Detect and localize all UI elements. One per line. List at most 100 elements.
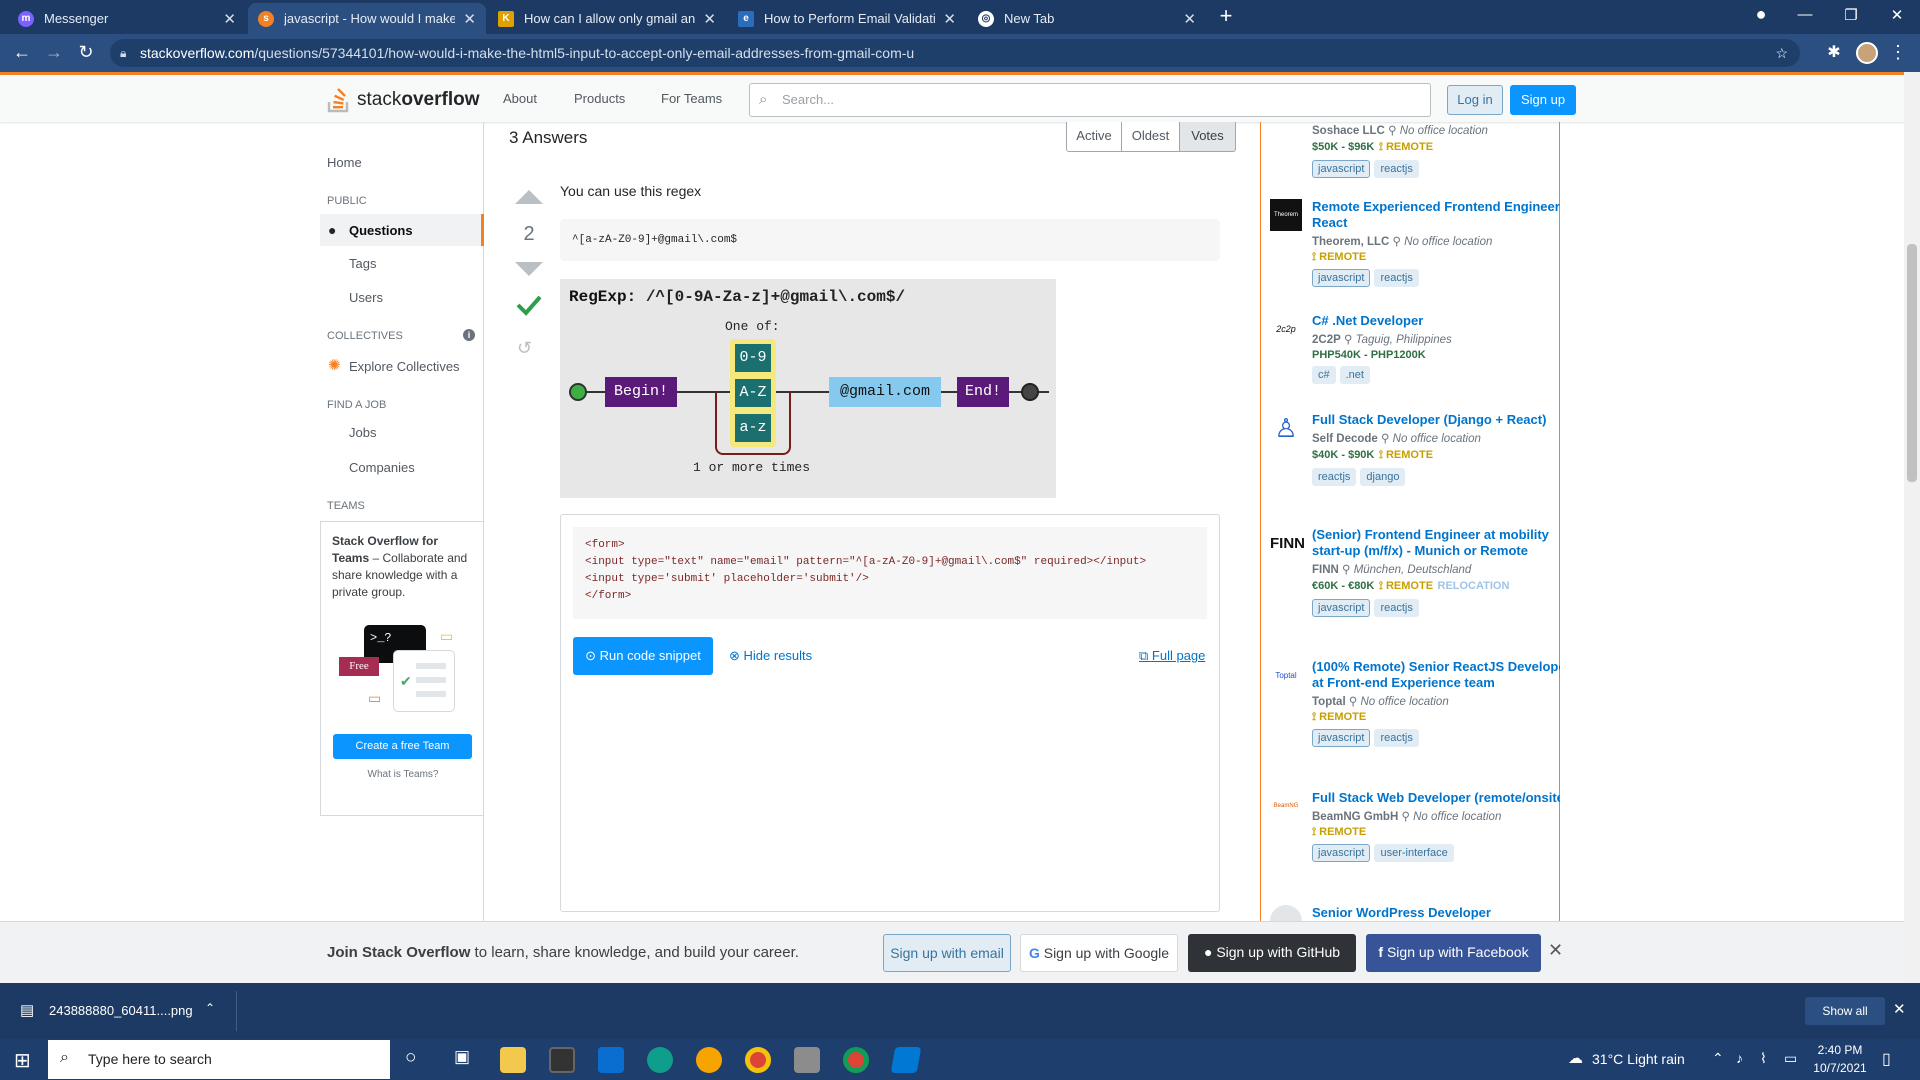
job-item[interactable]: Senior WordPress Developer [1270, 905, 1560, 921]
tab-messenger[interactable]: m Messenger ✕ [8, 3, 246, 34]
tag-reactjs[interactable]: reactjs [1312, 468, 1357, 486]
tag-javascript[interactable]: javascript [1312, 729, 1371, 747]
file-explorer-icon[interactable] [500, 1047, 526, 1073]
tag-reactjs[interactable]: reactjs [1374, 269, 1419, 287]
job-company: BeamNG GmbH [1312, 811, 1399, 823]
job-item[interactable]: Toptal (100% Remote) Senior ReactJS Deve… [1275, 659, 1560, 747]
edge-icon[interactable] [647, 1047, 673, 1073]
nav-for-teams[interactable]: For Teams [661, 91, 722, 106]
close-icon[interactable]: ✕ [223, 10, 236, 28]
tag-javascript[interactable]: javascript [1312, 599, 1371, 617]
remote-label: REMOTE [1385, 580, 1434, 592]
close-window-button[interactable]: ✕ [1882, 6, 1912, 24]
close-icon[interactable]: ✕ [1893, 1000, 1906, 1018]
taskbar-search[interactable]: ⌕ Type here to search [48, 1040, 390, 1079]
maximize-button[interactable]: ❐ [1836, 6, 1866, 24]
task-view-icon[interactable]: ▣ [454, 1047, 470, 1067]
browser-menu-icon[interactable]: ⋮ [1886, 42, 1910, 63]
person-logo-icon: ♙ [1274, 412, 1298, 443]
app-icon[interactable] [696, 1047, 722, 1073]
job-company: Toptal [1312, 696, 1346, 708]
avatar[interactable] [1856, 42, 1878, 64]
page-scrollbar[interactable] [1904, 72, 1920, 983]
notification-icon[interactable]: ▯ [1882, 1049, 1891, 1069]
forward-button[interactable]: → [42, 42, 66, 63]
job-item[interactable]: Soshace LLC ⚲ No office location $50K - … [1312, 122, 1560, 178]
close-icon[interactable]: ✕ [463, 10, 476, 28]
job-salary: PHP540K - PHP1200K [1312, 349, 1426, 361]
tab-email-validation[interactable]: e How to Perform Email Validation ✕ [728, 3, 966, 34]
show-all-button[interactable]: Show all [1805, 997, 1885, 1025]
app-icon[interactable] [794, 1047, 820, 1073]
signup-facebook-button[interactable]: f Sign up with Facebook [1366, 934, 1541, 972]
cortana-icon[interactable]: ○ [405, 1047, 416, 1069]
pin-icon: ⚲ [1388, 125, 1397, 137]
job-item[interactable]: ♙ Full Stack Developer (Django + React) … [1274, 412, 1560, 486]
signup-google-button[interactable]: G Sign up with Google [1020, 934, 1178, 972]
reload-button[interactable]: ↻ [74, 42, 98, 63]
download-filename[interactable]: 243888880_60411....png [49, 1003, 193, 1018]
chrome-icon[interactable] [745, 1047, 771, 1073]
tab-title: Messenger [44, 11, 109, 26]
tag-user-interface[interactable]: user-interface [1374, 844, 1454, 862]
minimize-button[interactable]: — [1790, 6, 1820, 23]
job-item[interactable]: BeamNG Full Stack Web Developer (remote/… [1274, 790, 1560, 862]
tag-reactjs[interactable]: reactjs [1374, 729, 1419, 747]
clock-date[interactable]: 10/7/2021 [1805, 1061, 1875, 1075]
tab-javascript[interactable]: s javascript - How would I make th ✕ [248, 3, 486, 34]
new-tab-button[interactable]: + [1211, 3, 1241, 29]
taskbar-search-placeholder: Type here to search [88, 1051, 212, 1067]
signup-button[interactable]: Sign up [1510, 85, 1576, 115]
store-icon[interactable] [549, 1047, 575, 1073]
tab-new-tab[interactable]: ◎ New Tab ✕ [968, 3, 1206, 34]
company-logo: Toptal [1275, 670, 1297, 680]
job-item[interactable]: FINN (Senior) Frontend Engineer at mobil… [1270, 527, 1560, 617]
tag-javascript[interactable]: javascript [1312, 160, 1371, 178]
download-bar: ▤ 243888880_60411....png ⌃ Show all ✕ [0, 983, 1920, 1039]
battery-icon[interactable]: ▭ [1784, 1050, 1797, 1067]
tag-reactjs[interactable]: reactjs [1374, 160, 1419, 178]
extensions-icon[interactable]: ✱ [1822, 42, 1846, 62]
job-salary: $50K - $96K [1312, 141, 1375, 153]
tab-gmail-question[interactable]: K How can I allow only gmail and y ✕ [488, 3, 726, 34]
close-icon[interactable]: ✕ [1183, 10, 1196, 28]
clock-time[interactable]: 2:40 PM [1810, 1043, 1870, 1057]
close-icon[interactable]: ✕ [1548, 940, 1563, 961]
job-salary: €60K - €80K [1312, 580, 1375, 592]
tag-dotnet[interactable]: .net [1339, 366, 1370, 384]
tag-csharp[interactable]: c# [1312, 366, 1336, 384]
google-label: Sign up with Google [1043, 945, 1170, 961]
weather-text[interactable]: 31°C Light rain [1592, 1051, 1685, 1067]
url-field[interactable]: 🔒︎ stackoverflow.com/questions/57344101/… [110, 39, 1800, 67]
chrome-icon[interactable] [843, 1047, 869, 1073]
volume-icon[interactable]: ♪ [1736, 1050, 1743, 1066]
chevron-up-icon[interactable]: ⌃ [1712, 1050, 1724, 1067]
stackoverflow-icon: s [258, 10, 274, 27]
signup-github-button[interactable]: ● Sign up with GitHub [1188, 934, 1356, 972]
nav-about[interactable]: About [503, 91, 537, 106]
close-icon[interactable]: ✕ [943, 10, 956, 28]
nav-products[interactable]: Products [574, 91, 625, 106]
login-button[interactable]: Log in [1447, 85, 1503, 115]
browser-tab-bar: m Messenger ✕ s javascript - How would I… [0, 0, 1920, 34]
tag-reactjs[interactable]: reactjs [1374, 599, 1419, 617]
search-input[interactable]: ⌕ Search... [749, 83, 1431, 117]
tag-javascript[interactable]: javascript [1312, 844, 1371, 862]
scrollbar-thumb[interactable] [1907, 244, 1917, 482]
tag-django[interactable]: django [1360, 468, 1406, 486]
chevron-up-icon[interactable]: ⌃ [205, 1001, 215, 1015]
job-item[interactable]: 2c2p C# .Net Developer 2C2P ⚲ Taguig, Ph… [1276, 313, 1560, 384]
tag-javascript[interactable]: javascript [1312, 269, 1371, 287]
profile-menu-icon[interactable]: ● [1746, 4, 1776, 25]
bookmark-star-icon[interactable]: ☆ [1775, 39, 1788, 67]
vscode-icon[interactable] [890, 1047, 922, 1073]
close-icon[interactable]: ✕ [703, 10, 716, 28]
windows-start-icon[interactable]: ⊞ [14, 1048, 31, 1073]
job-item[interactable]: Theorem Remote Experienced Frontend Engi… [1270, 199, 1560, 287]
network-icon[interactable]: ⌇ [1760, 1050, 1767, 1067]
back-button[interactable]: ← [10, 42, 34, 63]
mail-icon[interactable] [598, 1047, 624, 1073]
job-title: C# .Net Developer [1312, 313, 1424, 328]
site-logo[interactable]: stack overflow [327, 85, 479, 115]
signup-email-button[interactable]: Sign up with email [883, 934, 1011, 972]
